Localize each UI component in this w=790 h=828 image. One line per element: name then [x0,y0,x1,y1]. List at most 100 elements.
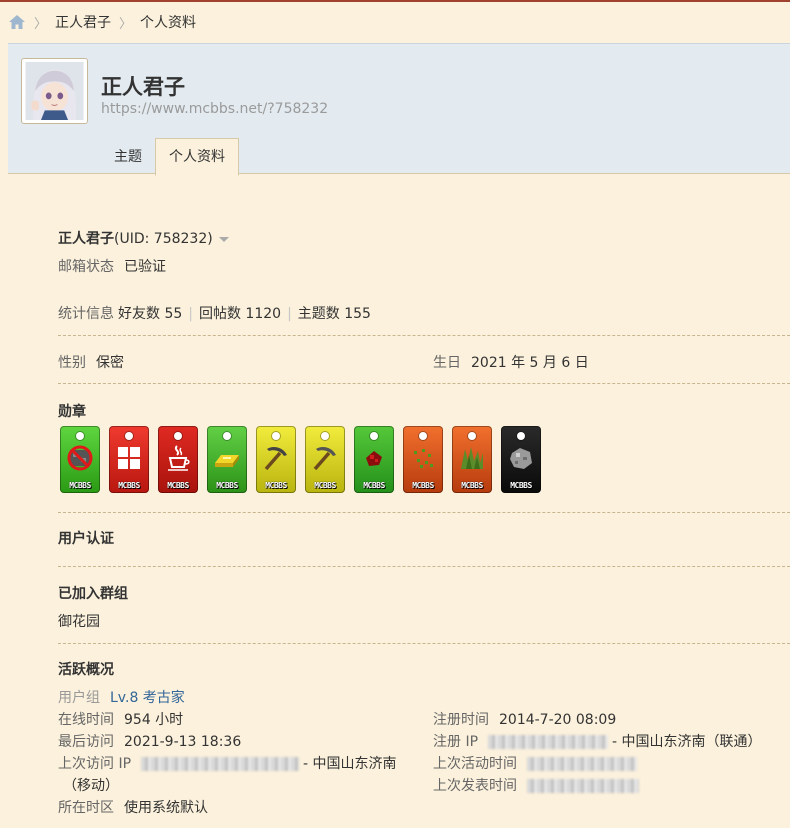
redacted-time [527,779,639,793]
last-ip-carrier-text: （移动） [63,778,119,794]
stats-threads[interactable]: 主题数 155 [298,306,371,322]
medal-label: MCBBS [510,481,532,490]
info-uid: (UID: 758232) [114,231,213,247]
stats-label: 统计信息 [58,306,114,322]
divider [58,643,790,644]
gender-row: 性别 保密 [58,352,124,372]
profile-name: 正人君子 [101,75,185,99]
gender-value: 保密 [96,355,124,371]
stats-row: 统计信息 好友数 55 | 回帖数 1120 | 主题数 155 [58,303,371,323]
stone-icon [510,448,532,469]
medal-label: MCBBS [265,481,287,490]
email-status-row: 邮箱状态 已验证 [58,256,166,276]
medal-hole [419,432,427,440]
online-time-label: 在线时间 [58,712,114,728]
top-accent-line [0,0,790,2]
java-cup-icon [168,445,190,471]
last-ip-carrier: （移动） [63,775,119,795]
online-time-value: 954 小时 [124,712,184,728]
user-line: 正人君子(UID: 758232) [58,228,229,248]
certification-heading: 用户认证 [58,531,114,547]
medal-label: MCBBS [461,481,483,490]
last-visit-label: 最后访问 [58,734,114,750]
stats-friends[interactable]: 好友数 55 [118,306,182,322]
activity-heading: 活跃概况 [58,662,114,678]
medal-hole [76,432,84,440]
medal-item[interactable]: MCBBS [109,426,149,493]
last-post-row: 上次发表时间 [433,775,643,795]
home-icon[interactable] [8,14,26,30]
usergroup-row: 用户组 Lv.8 考古家 [58,687,185,707]
divider [58,335,790,336]
diamond-pickaxe-icon [313,447,336,471]
medal-hole [272,432,280,440]
window-grid-icon [118,447,140,469]
caret-down-icon[interactable] [218,236,229,242]
avatar[interactable] [21,58,88,124]
usergroup-value[interactable]: Lv.8 考古家 [110,690,185,706]
birthday-row: 生日 2021 年 5 月 6 日 [433,352,589,372]
medal-item[interactable]: MCBBS [501,426,541,493]
medal-hole [468,432,476,440]
medal-hole [370,432,378,440]
profile-url[interactable]: https://www.mcbbs.net/?758232 [101,101,328,117]
birthday-label: 生日 [433,355,461,371]
avatar-image [25,62,84,120]
group-item[interactable]: 御花园 [58,611,100,631]
medal-item[interactable]: MCBBS [158,426,198,493]
medal-label: MCBBS [216,481,238,490]
divider [58,566,790,567]
gender-label: 性别 [58,355,86,371]
breadcrumb-profile[interactable]: 个人资料 [140,12,196,32]
iron-pickaxe-icon [264,447,287,471]
timezone-label: 所在时区 [58,800,114,816]
medals-heading: 勋章 [58,404,86,420]
medal-item[interactable]: MCBBS [256,426,296,493]
last-active-label: 上次活动时间 [433,756,517,772]
medal-item[interactable]: MCBBS [207,426,247,493]
register-time-row: 注册时间 2014-7-20 08:09 [433,709,616,729]
tab-profile[interactable]: 个人资料 [155,138,239,176]
breadcrumb-separator: 〉 [119,16,133,32]
email-status-label: 邮箱状态 [58,259,114,275]
email-status-value: 已验证 [124,259,166,275]
divider: | [188,306,193,322]
medal-label: MCBBS [314,481,336,490]
medal-item[interactable]: MCBBS [452,426,492,493]
medal-label: MCBBS [69,481,91,490]
redacted-ip [488,735,609,749]
last-active-row: 上次活动时间 [433,753,641,773]
medal-label: MCBBS [412,481,434,490]
medal-item[interactable]: MCBBS [403,426,443,493]
medal-label: MCBBS [118,481,140,490]
register-time-value: 2014-7-20 08:09 [499,712,617,728]
redstone-icon [366,451,382,466]
groups-heading: 已加入群组 [58,586,128,602]
profile-header: 正人君子 https://www.mcbbs.net/?758232 主题 个人… [8,43,790,176]
grass-icon [461,447,483,469]
breadcrumb-separator: 〉 [34,16,48,32]
medal-item[interactable]: MCBBS [305,426,345,493]
divider [58,383,790,384]
medal-hole [223,432,231,440]
last-ip-label: 上次访问 IP [58,756,132,772]
no-ore-icon [67,445,93,471]
medal-item[interactable]: MCBBS [60,426,100,493]
profile-tabs: 主题 个人资料 [101,138,239,176]
tab-threads[interactable]: 主题 [101,139,155,175]
breadcrumb-user[interactable]: 正人君子 [55,12,111,32]
divider: | [287,306,292,322]
breadcrumb: 〉 正人君子 〉 个人资料 [8,12,196,32]
register-time-label: 注册时间 [433,712,489,728]
medal-hole [321,432,329,440]
medal-label: MCBBS [167,481,189,490]
stats-replies[interactable]: 回帖数 1120 [199,306,281,322]
last-post-label: 上次发表时间 [433,778,517,794]
timezone-row: 所在时区 使用系统默认 [58,797,208,817]
last-ip-location: - 中国山东济南 [303,756,397,772]
medal-hole [174,432,182,440]
medal-item[interactable]: MCBBS [354,426,394,493]
last-ip-row: 上次访问 IP - 中国山东济南 [58,753,397,773]
divider [58,512,790,513]
register-ip-row: 注册 IP - 中国山东济南（联通） [433,731,762,751]
